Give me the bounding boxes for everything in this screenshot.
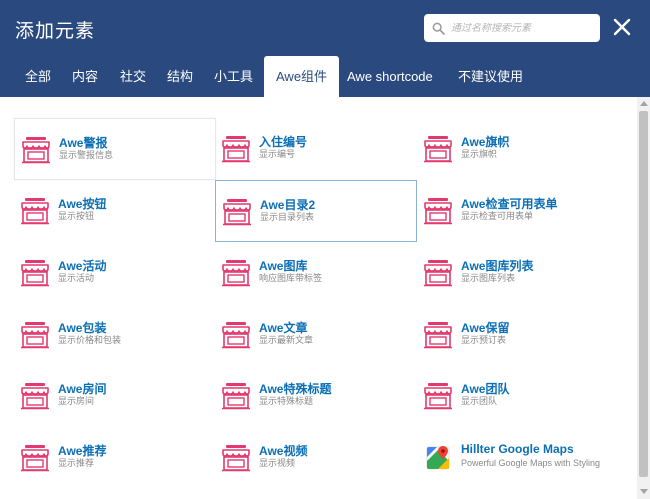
element-item[interactable]: Awe团队 显示团队	[417, 365, 619, 427]
element-item[interactable]: Awe推荐 显示推荐	[14, 427, 216, 489]
dialog-header: 添加元素 全部 内容 社交 结构 小工具 Awe组件 Awe shortcode…	[0, 0, 650, 97]
element-name: Awe按钮	[58, 197, 107, 211]
element-name: Awe文章	[259, 321, 308, 335]
element-name: Awe保留	[461, 321, 510, 335]
shop-icon	[221, 382, 251, 410]
element-description: 显示编号	[259, 149, 296, 159]
element-name: 入住编号	[259, 135, 308, 149]
element-item[interactable]: Awe保留 显示预订表	[417, 304, 619, 366]
element-description: 显示团队	[461, 396, 498, 406]
element-name: Hillter Google Maps	[461, 442, 574, 456]
element-description: 显示按钮	[58, 211, 95, 221]
element-item[interactable]: Awe房间 显示房间	[14, 365, 216, 427]
element-name: Awe图库	[259, 259, 308, 273]
tab-social[interactable]: 社交	[120, 56, 146, 97]
shop-icon	[221, 444, 251, 472]
element-description: 显示警报信息	[59, 150, 114, 160]
element-name: Awe目录2	[260, 198, 316, 212]
shop-icon	[221, 321, 251, 349]
shop-icon	[20, 382, 50, 410]
scrollbar-thumb[interactable]	[639, 111, 648, 477]
element-item[interactable]: Awe目录2 显示目录列表	[215, 180, 417, 242]
tab-all[interactable]: 全部	[25, 56, 51, 97]
element-description: Powerful Google Maps with Styling	[461, 458, 601, 468]
tab-awe-components[interactable]: Awe组件	[264, 56, 340, 97]
element-description: 显示房间	[58, 396, 95, 406]
element-description: 显示图库列表	[461, 273, 516, 283]
element-name: Awe活动	[58, 259, 107, 273]
element-description: 显示检查可用表单	[461, 211, 534, 221]
tab-content[interactable]: 内容	[72, 56, 98, 97]
element-description: 显示预订表	[461, 335, 507, 345]
element-name: Awe旗帜	[461, 135, 510, 149]
element-item[interactable]: 入住编号 显示编号	[215, 118, 417, 180]
element-item[interactable]: Awe按钮 显示按钮	[14, 180, 216, 242]
scrollbar[interactable]	[637, 97, 650, 499]
shop-icon	[20, 259, 50, 287]
element-item[interactable]: Awe检查可用表单 显示检查可用表单	[417, 180, 619, 242]
element-name: Awe图库列表	[461, 259, 534, 273]
shop-icon	[20, 321, 50, 349]
element-item[interactable]: Awe包装 显示价格和包装	[14, 304, 216, 366]
element-item[interactable]: Awe活动 显示活动	[14, 242, 216, 304]
tab-deprecated[interactable]: 不建议使用	[458, 56, 523, 97]
close-icon[interactable]	[612, 17, 632, 37]
element-description: 显示旗帜	[461, 149, 498, 159]
element-name: Awe房间	[58, 382, 107, 396]
element-name: Awe视频	[259, 444, 308, 458]
category-tabs: 全部 内容 社交 结构 小工具 Awe组件 Awe shortcode 不建议使…	[0, 56, 650, 97]
element-name: Awe包装	[58, 321, 107, 335]
element-item[interactable]: Awe文章 显示最新文章	[215, 304, 417, 366]
search-icon	[432, 22, 445, 35]
element-description: 显示活动	[58, 273, 95, 283]
element-name: Awe团队	[461, 382, 510, 396]
shop-icon	[20, 444, 50, 472]
element-description: 显示目录列表	[260, 212, 315, 222]
element-item[interactable]: Awe视频 显示视频	[215, 427, 417, 489]
shop-icon	[20, 197, 50, 225]
element-item[interactable]: Awe图库 响应图库带标签	[215, 242, 417, 304]
google-maps-icon	[423, 444, 453, 472]
element-description: 显示特殊标题	[259, 396, 314, 406]
search-input[interactable]	[451, 22, 591, 34]
shop-icon	[423, 135, 453, 163]
tab-structure[interactable]: 结构	[167, 56, 193, 97]
scroll-down-arrow-icon[interactable]	[640, 489, 648, 494]
element-item[interactable]: Awe警报 显示警报信息	[14, 118, 216, 180]
element-name: Awe特殊标题	[259, 382, 332, 396]
shop-icon	[423, 259, 453, 287]
element-name: Awe警报	[59, 136, 108, 150]
element-name: Awe推荐	[58, 444, 107, 458]
shop-icon	[423, 382, 453, 410]
shop-icon	[423, 197, 453, 225]
element-item[interactable]: Awe特殊标题 显示特殊标题	[215, 365, 417, 427]
shop-icon	[221, 135, 251, 163]
dialog-title: 添加元素	[15, 21, 96, 42]
tab-widgets[interactable]: 小工具	[214, 56, 253, 97]
shop-icon	[221, 259, 251, 287]
element-item[interactable]: Awe旗帜 显示旗帜	[417, 118, 619, 180]
element-description: 响应图库带标签	[259, 273, 323, 283]
shop-icon	[222, 198, 252, 226]
shop-icon	[21, 136, 51, 164]
element-description: 显示推荐	[58, 458, 95, 468]
add-element-dialog: 添加元素 全部 内容 社交 结构 小工具 Awe组件 Awe shortcode…	[0, 0, 650, 499]
element-description: 显示最新文章	[259, 335, 314, 345]
search-box[interactable]	[424, 14, 600, 42]
element-grid: Awe警报 显示警报信息 入住编号 显示编号 Awe旗帜 显示旗帜 Awe按钮 显示按钮 Awe…	[0, 97, 637, 499]
element-name: Awe检查可用表单	[461, 197, 558, 211]
element-item[interactable]: Hillter Google Maps Powerful Google Maps …	[417, 427, 619, 489]
element-description: 显示视频	[259, 458, 296, 468]
shop-icon	[423, 321, 453, 349]
scroll-up-arrow-icon[interactable]	[640, 101, 648, 106]
element-item[interactable]: Awe图库列表 显示图库列表	[417, 242, 619, 304]
tab-awe-shortcode[interactable]: Awe shortcode	[347, 56, 433, 97]
element-description: 显示价格和包装	[58, 335, 122, 345]
